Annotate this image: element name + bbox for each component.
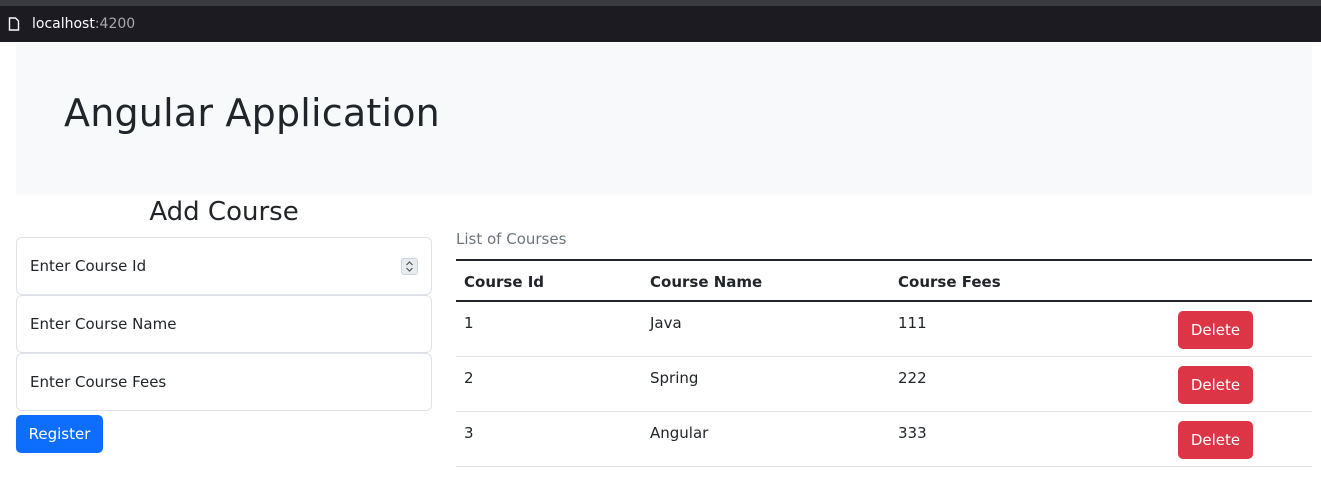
course-id-cell: 2 [464,369,474,387]
courses-table: Course Id Course Name Course Fees 1 Java… [456,259,1312,467]
course-fees-input[interactable] [30,373,431,391]
url-port: :4200 [94,16,136,32]
course-name-cell: Java [650,314,682,332]
table-row: 2 Spring 222 Delete [456,357,1312,412]
course-id-cell: 3 [464,424,474,442]
table-header: Course Id Course Name Course Fees [456,259,1312,302]
course-name-cell: Spring [650,369,699,387]
course-fees-field[interactable] [16,353,432,411]
table-caption: List of Courses [456,230,567,248]
add-course-heading: Add Course [149,197,299,227]
delete-button[interactable]: Delete [1178,311,1253,349]
course-id-field[interactable] [16,237,432,295]
delete-button[interactable]: Delete [1178,366,1253,404]
course-id-cell: 1 [464,314,474,332]
course-fees-cell: 333 [898,424,927,442]
table-row: 1 Java 111 Delete [456,302,1312,357]
jumbotron: Angular Application [16,43,1312,195]
course-name-input[interactable] [30,315,431,333]
url-host: localhost [32,16,95,32]
course-id-input[interactable] [30,257,431,275]
course-name-cell: Angular [650,424,709,442]
number-spinner-icon[interactable] [401,258,418,275]
page-title: Angular Application [64,91,440,135]
course-fees-cell: 222 [898,369,927,387]
header-course-id: Course Id [464,273,545,291]
browser-url-bar[interactable]: localhost:4200 [0,6,1321,42]
table-row: 3 Angular 333 Delete [456,412,1312,467]
course-fees-cell: 111 [898,314,927,332]
register-button[interactable]: Register [16,415,103,453]
delete-button[interactable]: Delete [1178,421,1253,459]
header-course-name: Course Name [650,273,763,291]
header-course-fees: Course Fees [898,273,1001,291]
course-name-field[interactable] [16,295,432,353]
page-icon [8,17,20,31]
